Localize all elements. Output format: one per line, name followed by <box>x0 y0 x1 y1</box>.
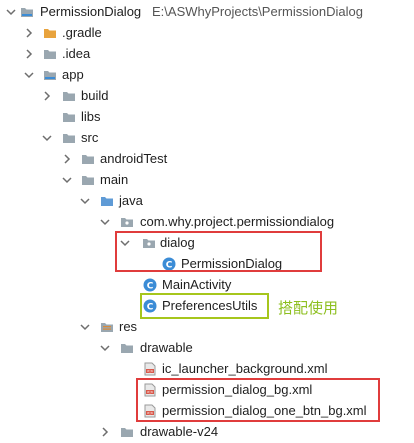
tree-row-gradle[interactable]: .gradle <box>0 23 414 44</box>
chevron-down-icon[interactable] <box>62 175 72 185</box>
module-folder-icon <box>43 68 57 82</box>
tree-row-androidtest[interactable]: androidTest <box>0 149 414 170</box>
tree-row-project[interactable]: PermissionDialog E:\ASWhyProjects\Permis… <box>0 2 414 23</box>
tree-item-label: androidTest <box>100 151 168 166</box>
tree-item-label: drawable-v24 <box>140 424 219 439</box>
chevron-down-icon[interactable] <box>100 343 110 353</box>
xml-file-icon: <> <box>143 362 157 376</box>
tree-row-res[interactable]: res <box>0 317 414 338</box>
tree-row-build[interactable]: build <box>0 86 414 107</box>
tree-row-package[interactable]: com.why.project.permissiondialog <box>0 212 414 233</box>
folder-icon <box>120 341 134 355</box>
tree-row-idea[interactable]: .idea <box>0 44 414 65</box>
project-tree: PermissionDialog E:\ASWhyProjects\Permis… <box>0 0 414 442</box>
folder-icon <box>62 110 76 124</box>
folder-icon <box>62 131 76 145</box>
folder-icon <box>120 425 134 439</box>
folder-icon <box>43 47 57 61</box>
chevron-down-icon[interactable] <box>24 70 34 80</box>
tree-item-label: main <box>100 172 129 187</box>
tree-item-label: java <box>119 193 143 208</box>
chevron-down-icon[interactable] <box>6 7 16 17</box>
chevron-right-icon[interactable] <box>62 154 72 164</box>
tree-item-label: .gradle <box>62 25 102 40</box>
highlight-box-preferencesutils <box>140 293 269 319</box>
chevron-right-icon[interactable] <box>100 427 110 437</box>
highlight-box-drawables <box>136 378 380 422</box>
tree-item-label: drawable <box>140 340 193 355</box>
folder-icon <box>81 173 95 187</box>
tree-item-label: ic_launcher_background.xml <box>162 361 328 376</box>
chevron-right-icon[interactable] <box>42 91 52 101</box>
tree-item-label: com.why.project.permissiondialog <box>140 214 335 229</box>
package-icon <box>120 215 134 229</box>
class-icon: C <box>143 278 157 292</box>
chevron-down-icon[interactable] <box>100 217 110 227</box>
tree-row-main[interactable]: main <box>0 170 414 191</box>
tree-row-app[interactable]: app <box>0 65 414 86</box>
tree-item-label: build <box>81 88 109 103</box>
chevron-right-icon[interactable] <box>24 49 34 59</box>
svg-text:<>: <> <box>147 369 154 374</box>
svg-text:C: C <box>147 282 154 292</box>
resource-folder-icon <box>100 320 114 334</box>
tree-row-libs[interactable]: libs <box>0 107 414 128</box>
tree-item-label: src <box>81 130 99 145</box>
tree-row-drawable[interactable]: drawable <box>0 338 414 359</box>
chevron-down-icon[interactable] <box>80 196 90 206</box>
tree-item-label: libs <box>81 109 101 124</box>
source-folder-icon <box>100 194 114 208</box>
chevron-down-icon[interactable] <box>80 322 90 332</box>
folder-icon <box>43 26 57 40</box>
tree-row-ic-launcher-background[interactable]: <> ic_launcher_background.xml <box>0 359 414 380</box>
tree-row-java[interactable]: java <box>0 191 414 212</box>
project-name: PermissionDialog <box>40 4 142 19</box>
chevron-right-icon[interactable] <box>24 28 34 38</box>
folder-icon <box>81 152 95 166</box>
tree-item-label: .idea <box>62 46 91 61</box>
folder-icon <box>62 89 76 103</box>
tree-row-drawable-v24[interactable]: drawable-v24 <box>0 422 414 443</box>
project-path: E:\ASWhyProjects\PermissionDialog <box>152 4 363 19</box>
chevron-down-icon[interactable] <box>42 133 52 143</box>
annotation-text: 搭配使用 <box>278 299 339 317</box>
tree-row-src[interactable]: src <box>0 128 414 149</box>
tree-item-label: MainActivity <box>162 277 232 292</box>
project-folder-icon <box>20 5 34 19</box>
tree-item-label: res <box>119 319 138 334</box>
highlight-box-dialog <box>115 231 322 272</box>
tree-item-label: app <box>62 67 84 82</box>
